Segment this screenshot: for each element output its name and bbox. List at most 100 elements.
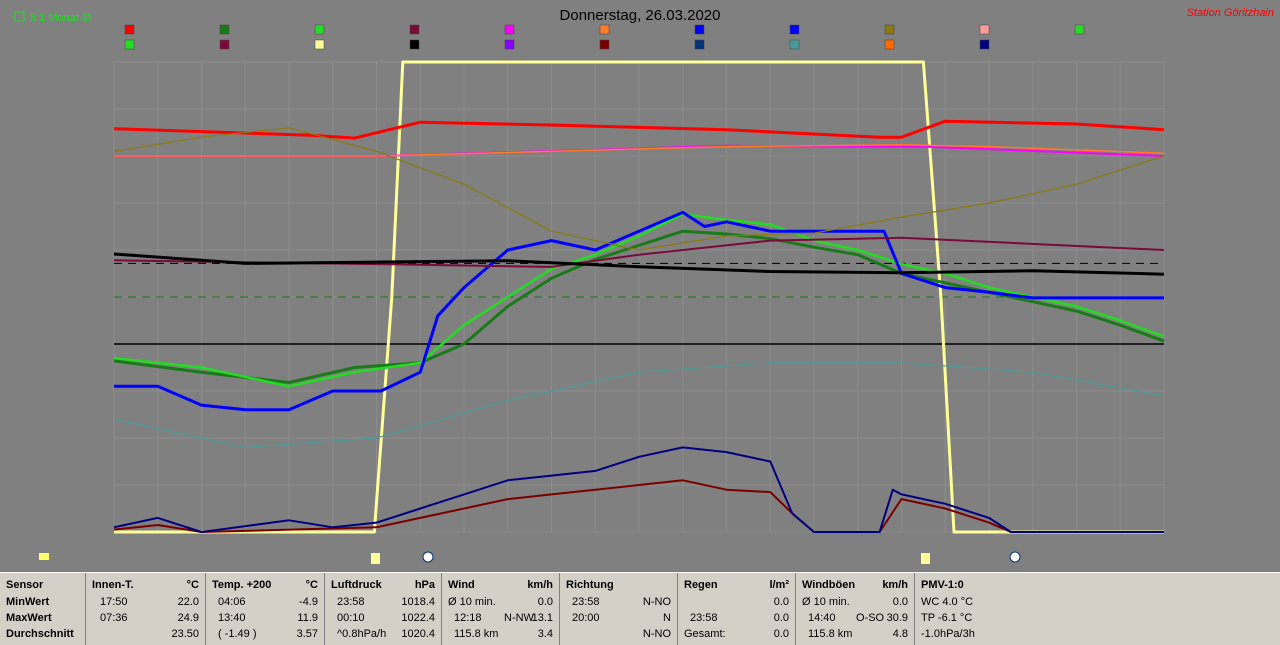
richtung-row2-value: N: [663, 612, 671, 624]
station-name: Station Göritzhain: [1187, 7, 1274, 19]
legend-swatch: [504, 24, 515, 35]
temp200-min-value: -4.9: [299, 596, 318, 608]
luftdruck-avg-value: 1020.4: [401, 628, 435, 640]
legend-swatch: [694, 24, 705, 35]
temp200-min-time: 04:06: [218, 596, 246, 608]
boeen-row3-value: 4.8: [892, 628, 908, 640]
regen-row3-value: 0.0: [773, 628, 789, 640]
temp200-trend: ( -1.49 ): [218, 628, 257, 640]
pmv-taupunkt: TP -6.1 °C: [921, 612, 973, 624]
wind-row2-label: 12:18: [454, 612, 482, 624]
moonset-icon: [1009, 551, 1021, 563]
regen-row2-value: 0.0: [773, 612, 789, 624]
stats-sensor: Sensor MinWert MaxWert Durchschnitt: [0, 573, 86, 645]
wind-row2-value: 13.1: [531, 612, 553, 624]
boeen-row1-value: 0.0: [892, 596, 908, 608]
stats-sensor-title: Sensor: [6, 579, 44, 591]
legend-swatch: [314, 39, 325, 50]
sunrise-icon: [371, 553, 380, 564]
wind-unit: km/h: [527, 579, 553, 591]
regen-title: Regen: [684, 579, 718, 591]
richtung-title: Richtung: [566, 579, 614, 591]
temp200-title: Temp. +200: [212, 579, 272, 591]
regen-row1-value: 0.0: [773, 596, 789, 608]
innen-avg-value: 23.50: [171, 628, 199, 640]
sunset-icon: [921, 553, 930, 564]
weather-chart: Donnerstag, 26.03.2020 Station Göritzhai…: [0, 0, 1280, 572]
chart-background: [0, 0, 1280, 572]
boeen-title: Windböen: [802, 579, 856, 591]
richtung-row3-value: N-NO: [642, 628, 671, 640]
wind-row3-value: 3.4: [537, 628, 553, 640]
luftdruck-max-time: 00:10: [337, 612, 365, 624]
innen-min-time: 17:50: [100, 596, 128, 608]
richtung-row1-time: 23:58: [572, 596, 600, 608]
legend-swatch: [219, 39, 230, 50]
legend-swatch: [124, 39, 135, 50]
stats-regen: Regen l/m² 0.0 23:58 0.0 Gesamt: 0.0: [678, 573, 796, 645]
regen-row3-label: Gesamt:: [684, 628, 726, 640]
legend-swatch: [789, 39, 800, 50]
legend-swatch: [124, 24, 135, 35]
temp200-max-value: 11.9: [297, 612, 318, 624]
richtung-row2-time: 20:00: [572, 612, 600, 624]
stats-temp200: Temp. +200 °C 04:06 -4.9 13:40 11.9 ( -1.49…: [206, 573, 325, 645]
checkbox-label: 5:1 Monat-Ø: [30, 12, 92, 24]
stats-wind: Wind km/h Ø 10 min. 0.0 12:18 N-NW 13.1 115.…: [442, 573, 560, 645]
legend-swatch: [694, 39, 705, 50]
legend-swatch: [1074, 24, 1085, 35]
innen-title: Innen-T.: [92, 579, 134, 591]
luftdruck-trend: ^0.8hPa/h: [337, 628, 387, 640]
innen-min-value: 22.0: [177, 596, 199, 608]
stats-pmv: PMV-1:0 WC 4.0 °C TP -6.1 °C -1.0hPa/3h: [915, 573, 1280, 645]
legend-swatch: [409, 24, 420, 35]
stats-innen: Innen-T. °C 17:50 22.0 07:36 24.9 23.50: [86, 573, 206, 645]
legend-swatch: [884, 39, 895, 50]
luftdruck-max-value: 1022.4: [401, 612, 435, 624]
moonrise-icon: [422, 551, 434, 563]
innen-unit: °C: [186, 579, 199, 591]
legend-swatch: [219, 24, 230, 35]
row-label-min: MinWert: [6, 596, 50, 608]
wind-row2-dir: N-NW: [504, 612, 534, 624]
pmv-pressure-trend: -1.0hPa/3h: [921, 628, 975, 640]
row-label-max: MaxWert: [6, 612, 52, 624]
innen-max-time: 07:36: [100, 612, 128, 624]
boeen-row2-label: 14:40: [808, 612, 836, 624]
stats-luftdruck: Luftdruck hPa 23:58 1018.4 00:10 1022.4 ^0.…: [325, 573, 442, 645]
legend-swatch: [884, 24, 895, 35]
legend-swatch: [599, 39, 610, 50]
boeen-row2-value: 30.9: [886, 612, 908, 624]
legend-swatch: [314, 24, 325, 35]
legend-swatch: [789, 24, 800, 35]
richtung-row1-value: N-NO: [642, 596, 671, 608]
luftdruck-title: Luftdruck: [331, 579, 382, 591]
luftdruck-unit: hPa: [414, 579, 435, 591]
boeen-row1-label: Ø 10 min.: [802, 596, 850, 608]
innen-max-value: 24.9: [177, 612, 199, 624]
luftdruck-min-value: 1018.4: [401, 596, 435, 608]
boeen-row2-dir: O-SO: [856, 612, 885, 624]
row-label-avg: Durchschnitt: [6, 628, 74, 640]
temp200-max-time: 13:40: [218, 612, 246, 624]
legend-swatch: [979, 24, 990, 35]
legend-swatch: [979, 39, 990, 50]
wind-row1-label: Ø 10 min.: [448, 596, 496, 608]
temp200-unit: °C: [305, 579, 318, 591]
wind-title: Wind: [448, 579, 475, 591]
pmv-windchill: WC 4.0 °C: [921, 596, 974, 608]
wind-row3-label: 115.8 km: [454, 628, 499, 640]
regen-row2-label: 23:58: [690, 612, 718, 624]
stats-richtung: Richtung 23:58 N-NO 20:00 N N-NO: [560, 573, 678, 645]
chart-title: Donnerstag, 26.03.2020: [560, 7, 721, 24]
luftdruck-min-time: 23:58: [337, 596, 365, 608]
wind-row1-value: 0.0: [537, 596, 553, 608]
legend-swatch: [504, 39, 515, 50]
regen-unit: l/m²: [769, 579, 789, 591]
stats-panel: Sensor MinWert MaxWert Durchschnitt Inne…: [0, 572, 1280, 645]
legend-swatch: [599, 24, 610, 35]
boeen-unit: km/h: [882, 579, 908, 591]
temp200-avg-value: 3.57: [296, 628, 318, 640]
stats-boeen: Windböen km/h Ø 10 min. 0.0 14:40 O-SO 30.9 …: [796, 573, 915, 645]
legend-swatch: [409, 39, 420, 50]
